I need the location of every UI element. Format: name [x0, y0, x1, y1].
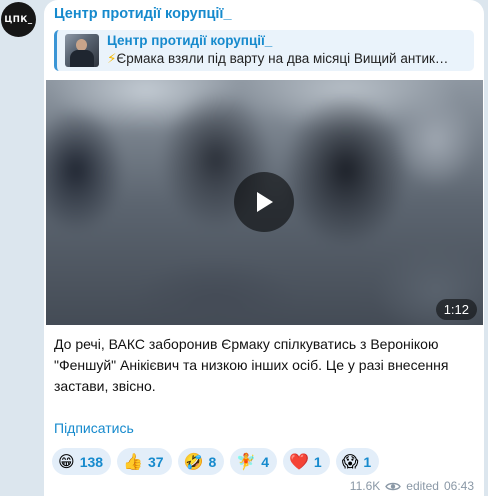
reaction-screaming[interactable]: 😱 1 — [335, 448, 380, 475]
thumbs-up-icon: 👍 — [123, 451, 143, 471]
video-player[interactable]: 1:12 — [46, 80, 483, 325]
play-icon — [257, 192, 273, 212]
reaction-rofl[interactable]: 🤣 8 — [177, 448, 225, 475]
reaction-thumbs-up[interactable]: 👍 37 — [117, 448, 172, 475]
edited-label: edited — [406, 479, 439, 493]
channel-name[interactable]: Центр протидії корупції_ — [54, 6, 232, 22]
channel-avatar[interactable]: ЦПК_ — [1, 2, 36, 37]
message-text: До речі, ВАКС заборонив Єрмаку спілкуват… — [54, 336, 449, 394]
avatar-text: ЦПК_ — [4, 14, 33, 25]
subscribe-link[interactable]: Підписатись — [54, 420, 134, 436]
reaction-count: 4 — [261, 453, 269, 470]
eye-icon — [385, 481, 402, 492]
reaction-count: 37 — [147, 453, 164, 470]
message-meta: 11.6K edited 06:43 — [350, 479, 474, 493]
reaction-count: 1 — [363, 453, 372, 470]
rofl-icon: 🤣 — [183, 451, 204, 471]
message-bubble: Центр протидії корупції_ Центр протидії … — [44, 0, 484, 496]
reaction-tooth-fairy[interactable]: 🧚 4 — [230, 448, 277, 475]
red-heart-icon: ❤️ — [288, 451, 309, 471]
reply-title: Центр протидії корупції_ — [107, 33, 273, 48]
grinning-face-icon: 😁 — [58, 451, 75, 471]
video-duration: 1:12 — [435, 299, 477, 320]
message-time: 06:43 — [443, 479, 474, 493]
play-button[interactable] — [234, 172, 294, 232]
reply-preview[interactable]: Центр протидії корупції_ ⚡Єрмака взяли п… — [54, 30, 474, 71]
reaction-count: 8 — [208, 453, 217, 470]
tooth-fairy-icon: 🧚 — [236, 451, 257, 471]
screaming-face-icon: 😱 — [341, 451, 359, 471]
reaction-heart[interactable]: ❤️ 1 — [282, 448, 330, 475]
reply-thumbnail — [65, 34, 99, 67]
reaction-grinning[interactable]: 😁 138 — [52, 448, 112, 475]
reactions-bar: 😁 138 👍 37 🤣 8 🧚 4 ❤️ 1 😱 1 — [52, 448, 380, 475]
reaction-count: 138 — [79, 453, 104, 470]
reply-snippet: Єрмака взяли під варту на два місяці Вищ… — [116, 51, 449, 66]
view-count: 11.6K — [349, 479, 381, 493]
reaction-count: 1 — [313, 453, 322, 470]
reply-text: ⚡Єрмака взяли під варту на два місяці Ви… — [107, 51, 473, 67]
